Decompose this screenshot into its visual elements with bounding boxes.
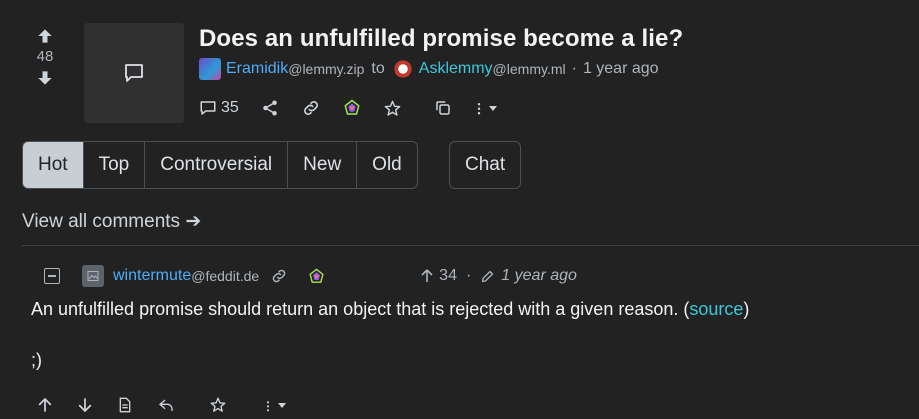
reply-icon[interactable] <box>157 397 175 413</box>
more-vertical-icon[interactable] <box>263 397 273 413</box>
post-score: 48 <box>36 48 54 65</box>
downvote-arrow-icon[interactable] <box>30 68 60 88</box>
more-vertical-icon <box>477 103 480 115</box>
post-time: 1 year ago <box>582 60 659 77</box>
comment-body: An unfulfilled promise should return an … <box>31 299 749 320</box>
post-title[interactable]: Does an unfulfilled promise become a lie… <box>199 25 683 53</box>
community-instance: @lemmy.ml <box>492 61 566 77</box>
pencil-icon <box>482 270 494 282</box>
view-source-icon[interactable] <box>117 397 133 413</box>
copy-icon <box>436 101 450 115</box>
downvote-arrow-icon[interactable] <box>77 397 93 413</box>
link-icon[interactable] <box>270 267 288 285</box>
comment-score-value: 34 <box>439 267 457 284</box>
comment-count: 35 <box>221 99 239 116</box>
comment-author-link[interactable]: wintermute <box>113 267 191 285</box>
tab-new[interactable]: New <box>287 142 356 188</box>
to-word: to <box>371 60 385 77</box>
post-vote-column: 48 <box>30 26 60 88</box>
author-avatar[interactable] <box>199 58 221 80</box>
comment-text-line2: ;) <box>31 350 42 370</box>
comment-text-close: ) <box>743 299 750 319</box>
upvote-arrow-icon[interactable] <box>30 26 60 46</box>
tab-hot[interactable]: Hot <box>23 142 83 188</box>
arrow-up-icon <box>421 269 433 282</box>
meta-separator: · <box>571 60 577 77</box>
divider <box>22 245 919 246</box>
community-avatar[interactable] <box>391 58 414 80</box>
comment-actions <box>37 396 288 414</box>
share-button[interactable] <box>261 99 279 117</box>
fediverse-icon[interactable] <box>308 268 325 285</box>
comment-sort-tabs: Hot Top Controversial New Old <box>22 141 418 189</box>
upvote-arrow-icon[interactable] <box>37 397 53 413</box>
tab-old[interactable]: Old <box>356 142 417 188</box>
star-icon <box>384 100 401 116</box>
more-options-button[interactable] <box>474 99 499 117</box>
share-icon <box>263 100 277 116</box>
post-meta: Eramidik @lemmy.zip to Asklemmy @lemmy.m… <box>199 58 659 80</box>
view-all-comments-link[interactable]: View all comments ➔ <box>22 210 201 233</box>
comment-separator: · <box>465 267 472 284</box>
caret-down-icon[interactable] <box>276 399 288 411</box>
comment-text: An unfulfilled promise should return an … <box>31 299 690 319</box>
comment-score: 34 <box>421 267 457 285</box>
source-link[interactable]: source <box>689 299 743 319</box>
link-icon <box>303 101 318 115</box>
comment-author-avatar[interactable] <box>82 265 104 287</box>
cross-post-button[interactable] <box>434 99 452 117</box>
collapse-icon[interactable] <box>44 268 60 284</box>
comments-button[interactable]: 35 <box>199 99 239 117</box>
comment-bubble-icon <box>125 64 143 82</box>
comment-time: 1 year ago <box>501 267 577 284</box>
community-link[interactable]: Asklemmy <box>419 60 493 78</box>
caret-down-icon <box>488 106 497 111</box>
fediverse-button[interactable] <box>343 99 361 117</box>
post-thumbnail[interactable] <box>84 23 184 123</box>
comment-header: wintermute @feddit.de 34 · 1 year ago <box>44 265 577 287</box>
image-placeholder-icon <box>87 271 99 281</box>
link-button[interactable] <box>301 98 321 118</box>
post-author-instance: @lemmy.zip <box>288 61 365 77</box>
fediverse-icon <box>344 99 360 115</box>
comment-icon <box>200 101 216 115</box>
post-actions: 35 <box>199 98 521 118</box>
tab-top[interactable]: Top <box>82 142 145 188</box>
save-button[interactable] <box>383 99 402 118</box>
tab-controversial[interactable]: Controversial <box>144 142 287 188</box>
chat-button[interactable]: Chat <box>449 141 522 189</box>
post-author-link[interactable]: Eramidik <box>226 60 288 78</box>
comment-author-instance: @feddit.de <box>191 268 260 284</box>
star-icon[interactable] <box>209 396 227 414</box>
